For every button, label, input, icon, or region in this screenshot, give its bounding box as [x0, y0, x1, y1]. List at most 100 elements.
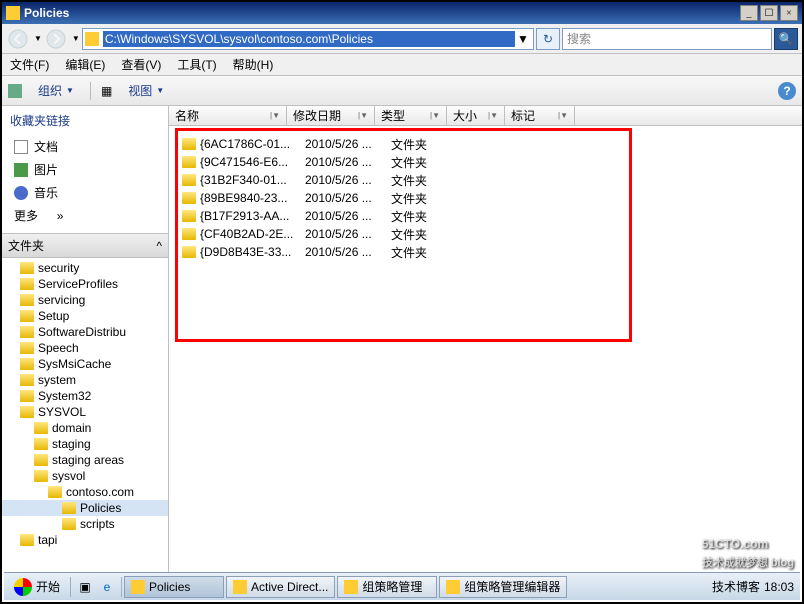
- folder-icon: [20, 342, 34, 354]
- menu-file[interactable]: 文件(F): [6, 54, 53, 75]
- tree-label: SysMsiCache: [38, 357, 111, 371]
- taskbar-button[interactable]: Active Direct...: [226, 576, 335, 598]
- file-date: 2010/5/26 ...: [305, 209, 391, 223]
- tree-item[interactable]: SysMsiCache: [2, 356, 168, 372]
- column-headers: 名称|▼ 修改日期|▼ 类型|▼ 大小|▼ 标记|▼: [169, 106, 802, 126]
- minimize-button[interactable]: _: [740, 5, 758, 21]
- system-tray: 技术博客 18:03: [708, 578, 798, 595]
- file-list: {6AC1786C-01...2010/5/26 ...文件夹{9C471546…: [175, 128, 632, 342]
- favlink-more[interactable]: 更多 »: [10, 204, 160, 227]
- col-size[interactable]: 大小|▼: [447, 106, 505, 125]
- folder-icon: [85, 32, 99, 46]
- tree-item[interactable]: ServiceProfiles: [2, 276, 168, 292]
- tree-label: servicing: [38, 293, 85, 307]
- tree-item[interactable]: SYSVOL: [2, 404, 168, 420]
- maximize-button[interactable]: ☐: [760, 5, 778, 21]
- taskbar: 开始 ▣ e Policies Active Direct... 组策略管理组策略管…: [4, 572, 800, 600]
- tree-label: staging: [52, 437, 91, 451]
- toolbar: 组织▼ ▦ 视图▼ ?: [2, 76, 802, 106]
- tree-item[interactable]: scripts: [2, 516, 168, 532]
- tree-label: staging areas: [52, 453, 124, 467]
- tree-item[interactable]: sysvol: [2, 468, 168, 484]
- search-input[interactable]: 搜索: [562, 28, 772, 50]
- tree-item[interactable]: Policies: [2, 500, 168, 516]
- folder-icon: [20, 406, 34, 418]
- menu-help[interactable]: 帮助(H): [229, 54, 278, 75]
- search-button[interactable]: 🔍: [774, 28, 798, 50]
- file-row[interactable]: {D9D8B43E-33...2010/5/26 ...文件夹: [178, 243, 629, 261]
- organize-button[interactable]: 组织▼: [32, 80, 80, 101]
- favlink-pictures[interactable]: 图片: [10, 158, 160, 181]
- tree-item[interactable]: contoso.com: [2, 484, 168, 500]
- tree-item[interactable]: tapi: [2, 532, 168, 548]
- tree-item[interactable]: security: [2, 260, 168, 276]
- tree-item[interactable]: system: [2, 372, 168, 388]
- file-name: {6AC1786C-01...: [200, 137, 305, 151]
- folders-header[interactable]: 文件夹 ^: [2, 233, 168, 258]
- tree-item[interactable]: servicing: [2, 292, 168, 308]
- left-pane: 收藏夹链接 文档 图片 音乐 更多 » 文件夹 ^ securityServic…: [2, 106, 169, 577]
- col-name[interactable]: 名称|▼: [169, 106, 287, 125]
- tree-item[interactable]: SoftwareDistribu: [2, 324, 168, 340]
- views-button[interactable]: 视图▼: [122, 80, 170, 101]
- collapse-icon[interactable]: ^: [156, 239, 162, 253]
- start-button[interactable]: 开始: [6, 576, 68, 598]
- file-type: 文件夹: [391, 190, 451, 207]
- tree-item[interactable]: staging: [2, 436, 168, 452]
- col-type[interactable]: 类型|▼: [375, 106, 447, 125]
- forward-button[interactable]: [44, 27, 68, 51]
- close-button[interactable]: ×: [780, 5, 798, 21]
- menu-edit[interactable]: 编辑(E): [61, 54, 109, 75]
- file-row[interactable]: {CF40B2AD-2E...2010/5/26 ...文件夹: [178, 225, 629, 243]
- tree-item[interactable]: System32: [2, 388, 168, 404]
- nav-bar: ▼ ▼ C:\Windows\SYSVOL\sysvol\contoso.com…: [2, 24, 802, 54]
- music-icon: [14, 186, 28, 200]
- folder-icon: [20, 374, 34, 386]
- file-row[interactable]: {9C471546-E6...2010/5/26 ...文件夹: [178, 153, 629, 171]
- menu-tools[interactable]: 工具(T): [173, 54, 220, 75]
- help-button[interactable]: ?: [778, 82, 796, 100]
- tree-item[interactable]: domain: [2, 420, 168, 436]
- folder-icon: [182, 210, 196, 222]
- task-icon: [131, 580, 145, 594]
- file-date: 2010/5/26 ...: [305, 155, 391, 169]
- views-icon: ▦: [101, 84, 112, 98]
- back-history-arrow[interactable]: ▼: [34, 34, 42, 43]
- folder-icon: [182, 192, 196, 204]
- col-tag[interactable]: 标记|▼: [505, 106, 575, 125]
- file-name: {9C471546-E6...: [200, 155, 305, 169]
- taskbar-button[interactable]: 组策略管理编辑器: [439, 576, 567, 598]
- ie-button[interactable]: e: [97, 577, 117, 597]
- back-button[interactable]: [6, 27, 30, 51]
- tree-label: Speech: [38, 341, 79, 355]
- favlink-music[interactable]: 音乐: [10, 181, 160, 204]
- col-date[interactable]: 修改日期|▼: [287, 106, 375, 125]
- folder-icon: [182, 246, 196, 258]
- favlink-documents[interactable]: 文档: [10, 135, 160, 158]
- task-label: Active Direct...: [251, 580, 328, 594]
- address-dropdown-arrow[interactable]: ▼: [515, 32, 531, 46]
- file-row[interactable]: {B17F2913-AA...2010/5/26 ...文件夹: [178, 207, 629, 225]
- window-buttons: _ ☐ ×: [740, 5, 798, 21]
- tree-label: System32: [38, 389, 91, 403]
- menu-view[interactable]: 查看(V): [117, 54, 165, 75]
- tree-item[interactable]: Speech: [2, 340, 168, 356]
- tree-item[interactable]: staging areas: [2, 452, 168, 468]
- address-bar[interactable]: C:\Windows\SYSVOL\sysvol\contoso.com\Pol…: [82, 28, 534, 50]
- file-row[interactable]: {6AC1786C-01...2010/5/26 ...文件夹: [178, 135, 629, 153]
- task-icon: [233, 580, 247, 594]
- file-row[interactable]: {89BE9840-23...2010/5/26 ...文件夹: [178, 189, 629, 207]
- tree-label: domain: [52, 421, 91, 435]
- refresh-button[interactable]: ↻: [536, 28, 560, 50]
- taskbar-button[interactable]: Policies: [124, 576, 224, 598]
- taskbar-button[interactable]: 组策略管理: [337, 576, 437, 598]
- file-name: {89BE9840-23...: [200, 191, 305, 205]
- folder-icon: [20, 326, 34, 338]
- file-row[interactable]: {31B2F340-01...2010/5/26 ...文件夹: [178, 171, 629, 189]
- tree-item[interactable]: Setup: [2, 308, 168, 324]
- file-date: 2010/5/26 ...: [305, 173, 391, 187]
- address-text[interactable]: C:\Windows\SYSVOL\sysvol\contoso.com\Pol…: [103, 31, 515, 47]
- show-desktop-button[interactable]: ▣: [75, 577, 95, 597]
- folder-icon: [20, 310, 34, 322]
- forward-history-arrow[interactable]: ▼: [72, 34, 80, 43]
